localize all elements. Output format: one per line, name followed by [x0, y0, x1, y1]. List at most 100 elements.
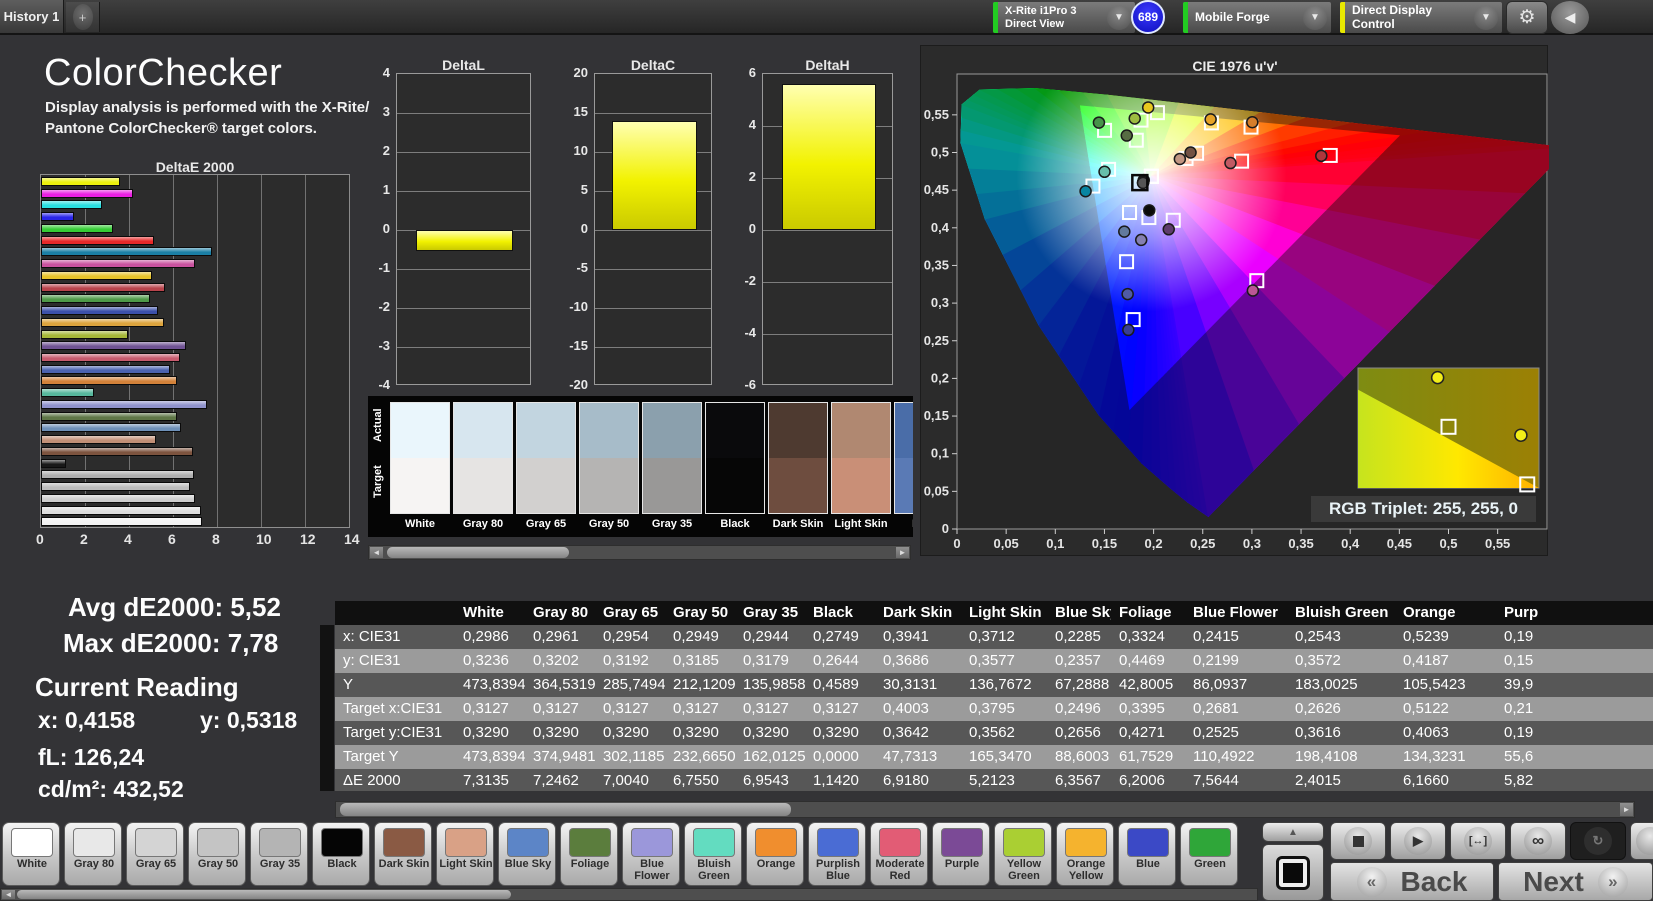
row-handle[interactable]	[320, 625, 334, 649]
scroll-right-arrow[interactable]: ►	[1620, 803, 1633, 816]
expand-panel-button[interactable]: ▲	[1262, 822, 1324, 842]
patch-button-foliage[interactable]: Foliage	[560, 822, 618, 886]
collapse-button[interactable]: ◀	[1551, 1, 1589, 34]
gridline	[261, 175, 262, 527]
extra-button[interactable]	[1630, 822, 1653, 860]
deltaC-bar	[612, 120, 697, 230]
swatch-light-skin[interactable]	[831, 402, 891, 514]
y-tick-label: 20	[573, 65, 588, 80]
patch-button-dark-skin[interactable]: Dark Skin	[374, 822, 432, 886]
refresh-button[interactable]: ↻	[1570, 822, 1626, 860]
continuous-measure-button[interactable]: ∞	[1510, 822, 1566, 860]
patch-button-gray-80[interactable]: Gray 80	[64, 822, 122, 886]
swatch-gray-50[interactable]	[579, 402, 639, 514]
patch-button-white[interactable]: White	[2, 822, 60, 886]
swatch-dark-skin[interactable]	[768, 402, 828, 514]
x-tick-label: 6	[168, 531, 176, 547]
table-cell: 0,3202	[525, 649, 595, 673]
patch-button-purple[interactable]: Purple	[932, 822, 990, 886]
patch-button-yellow-green[interactable]: Yellow Green	[994, 822, 1052, 886]
row-handle[interactable]	[320, 673, 334, 697]
patch-window-button[interactable]	[1262, 844, 1324, 901]
table-cell: 374,9481	[525, 745, 595, 769]
table-scrollbar[interactable]: ►	[335, 801, 1635, 818]
meter-line1: X-Rite i1Pro 3	[1005, 4, 1077, 17]
table-cell: 135,9858	[735, 673, 805, 697]
swatch-gray-35[interactable]	[642, 402, 702, 514]
row-handle[interactable]	[320, 649, 334, 673]
row-handle[interactable]	[320, 721, 334, 745]
play-button[interactable]: ▶	[1390, 822, 1446, 860]
cie-diagram-panel: CIE 1976 u'v' 0,55 0,5 0,45 0,4 0,35 0,3 0,25 0…	[920, 45, 1549, 556]
patch-button-blue-sky[interactable]: Blue Sky	[498, 822, 556, 886]
row-handle[interactable]	[320, 697, 334, 721]
table-cell: 0,3179	[735, 649, 805, 673]
swatch-strip-scrollbar[interactable]: ◄ ►	[368, 545, 911, 560]
measure-series-button[interactable]: [↔]	[1450, 822, 1506, 860]
table-cell: 473,8394	[455, 745, 525, 769]
y-tick-label: -1	[378, 260, 390, 275]
scroll-thumb[interactable]	[340, 803, 791, 816]
scroll-thumb[interactable]	[17, 890, 511, 899]
infinity-icon: ∞	[1524, 827, 1552, 855]
patch-color	[1003, 828, 1045, 857]
swatch-gray-80[interactable]	[453, 402, 513, 514]
row-handle[interactable]	[320, 769, 334, 791]
patch-button-black[interactable]: Black	[312, 822, 370, 886]
patch-button-bluish-green[interactable]: Bluish Green	[684, 822, 742, 886]
table-cell: 0,3290	[735, 721, 805, 745]
swatch-black[interactable]	[705, 402, 765, 514]
table-cell: 364,5319	[525, 673, 595, 697]
table-cell: 0,3127	[595, 697, 665, 721]
patch-button-blue[interactable]: Blue	[1118, 822, 1176, 886]
column-header: Black	[805, 601, 875, 625]
patch-button-blue-flower[interactable]: Blue Flower	[622, 822, 680, 886]
patch-label: Orange Yellow	[1066, 858, 1106, 882]
add-tab-button[interactable]: +	[66, 2, 100, 32]
scroll-right-arrow[interactable]: ►	[896, 547, 909, 558]
patch-button-orange[interactable]: Orange	[746, 822, 804, 886]
table-cell: 183,0025	[1287, 673, 1395, 697]
patch-label: Light Skin	[439, 858, 493, 870]
patch-button-purplish-blue[interactable]: Purplish Blue	[808, 822, 866, 886]
measurement-count-badge[interactable]: 689	[1131, 0, 1165, 34]
stop-button[interactable]	[1330, 822, 1386, 860]
workflow-dropdown[interactable]: Direct Display Control ▼	[1340, 2, 1502, 33]
swatch-white[interactable]	[390, 402, 450, 514]
table-cell: 1,1420	[805, 769, 875, 791]
target-color	[643, 458, 701, 513]
swatch-gray-65[interactable]	[516, 402, 576, 514]
next-button[interactable]: Next »	[1498, 862, 1653, 901]
svg-text:0,3: 0,3	[931, 295, 949, 310]
patch-button-gray-50[interactable]: Gray 50	[188, 822, 246, 886]
patch-button-moderate-red[interactable]: Moderate Red	[870, 822, 928, 886]
patch-button-orange-yellow[interactable]: Orange Yellow	[1056, 822, 1114, 886]
meter-dropdown[interactable]: X-Rite i1Pro 3 Direct View ▼	[993, 2, 1135, 33]
source-dropdown[interactable]: Mobile Forge ▼	[1183, 2, 1331, 33]
back-button[interactable]: « Back	[1330, 862, 1494, 901]
settings-button[interactable]: ⚙	[1506, 1, 1548, 34]
row-handle[interactable]	[320, 745, 334, 769]
scroll-left-arrow[interactable]: ◄	[370, 547, 383, 558]
patch-label: White	[17, 858, 47, 870]
y-tick-label: -2	[378, 299, 390, 314]
tab-history-1[interactable]: History 1	[0, 0, 64, 33]
deltaH-title: DeltaH	[805, 57, 850, 73]
table-cell: 55,6	[1496, 745, 1653, 769]
patch-button-gray-35[interactable]: Gray 35	[250, 822, 308, 886]
patch-button-green[interactable]: Green	[1180, 822, 1238, 886]
scroll-left-arrow[interactable]: ◄	[2, 890, 15, 899]
swatch-blue[interactable]	[894, 402, 913, 514]
patch-color	[1065, 828, 1107, 857]
target-color	[517, 458, 575, 513]
scroll-thumb[interactable]	[387, 547, 569, 558]
patch-button-light-skin[interactable]: Light Skin	[436, 822, 494, 886]
deltae-bar	[41, 423, 181, 433]
patch-button-gray-65[interactable]: Gray 65	[126, 822, 184, 886]
table-cell: 0,3127	[665, 697, 735, 721]
y-tick-label: 4	[748, 117, 756, 132]
column-header: Gray 35	[735, 601, 805, 625]
x-tick-label: 8	[212, 531, 220, 547]
actual-color	[454, 403, 512, 458]
patch-strip-scrollbar[interactable]: ◄	[0, 888, 1258, 901]
